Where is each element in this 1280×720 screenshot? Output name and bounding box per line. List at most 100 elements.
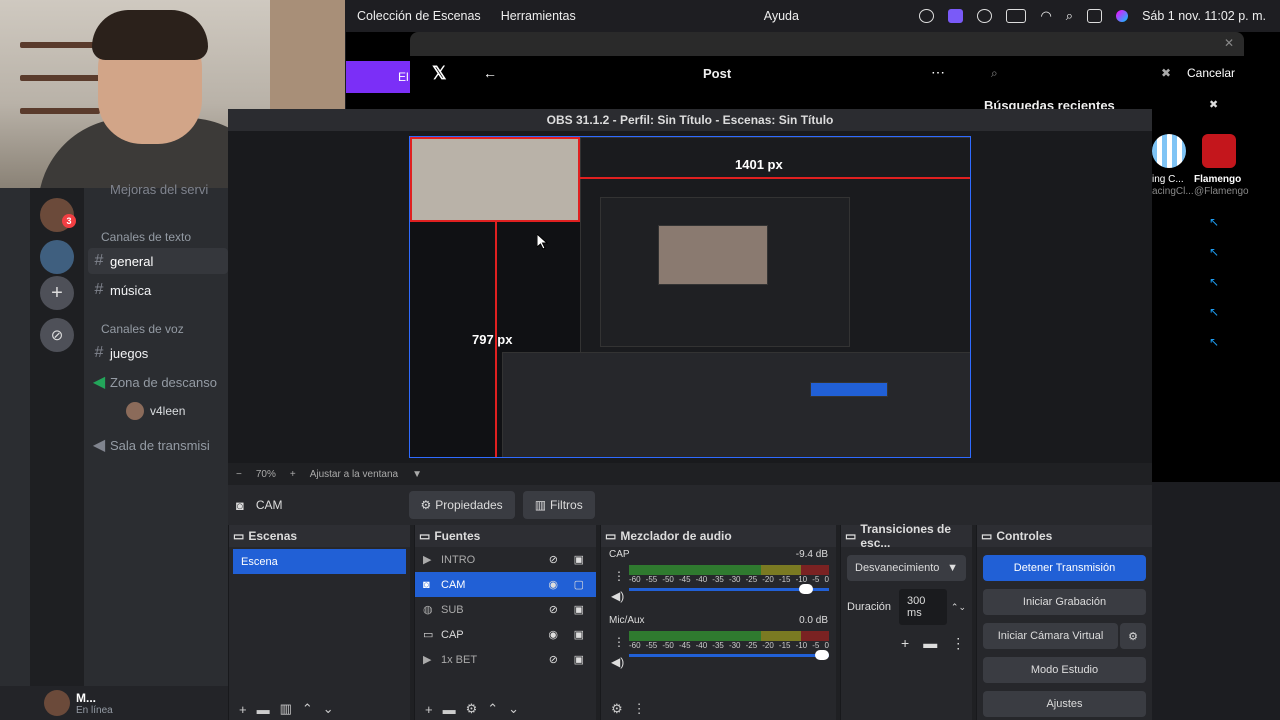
source-row[interactable]: ▭ CAP ◉ ▣: [415, 622, 596, 647]
control-center-icon[interactable]: [1087, 9, 1103, 23]
unlock-icon[interactable]: ▢: [574, 578, 584, 591]
user-info[interactable]: M... En línea: [76, 691, 113, 716]
eye-hidden-icon[interactable]: ⊘: [549, 653, 558, 666]
wifi-icon[interactable]: ◠: [1040, 8, 1051, 24]
gear-icon[interactable]: ⚙: [466, 701, 478, 717]
filter-icon[interactable]: ▥: [280, 701, 292, 717]
studio-mode-button[interactable]: Modo Estudio: [983, 657, 1146, 683]
start-virtual-camera-button[interactable]: Iniciar Cámara Virtual: [983, 623, 1118, 649]
transition-select[interactable]: Desvanecimiento ▼: [847, 555, 966, 581]
back-arrow-icon[interactable]: ←: [483, 65, 497, 81]
play-icon[interactable]: [977, 9, 993, 23]
x-logo-icon[interactable]: 𝕏: [432, 63, 447, 84]
close-icon[interactable]: ✕: [1224, 36, 1234, 50]
clear-icon[interactable]: ✖: [1161, 66, 1171, 80]
preview-canvas[interactable]: 1401 px 797 px: [409, 136, 971, 458]
volume-icon[interactable]: ◀): [611, 655, 624, 669]
lock-icon[interactable]: ▣: [574, 628, 584, 641]
arrow-icon[interactable]: ↖: [1209, 275, 1219, 289]
scene-item[interactable]: Escena: [233, 549, 406, 574]
more-vertical-icon[interactable]: ⋮: [633, 701, 646, 717]
trash-icon[interactable]: ▬: [923, 635, 937, 652]
trash-icon[interactable]: ▬: [443, 702, 456, 717]
battery-icon[interactable]: [1006, 9, 1027, 23]
zoom-out-button[interactable]: −: [236, 469, 242, 480]
lock-icon[interactable]: ▣: [574, 653, 584, 666]
properties-button[interactable]: ⚙ Propiedades: [408, 491, 515, 519]
screen-share-icon[interactable]: [948, 9, 964, 23]
source-row[interactable]: ▶ INTRO ⊘ ▣: [415, 547, 596, 572]
selection-box[interactable]: [410, 137, 580, 222]
arrow-icon[interactable]: ↖: [1209, 245, 1219, 259]
gear-icon[interactable]: ⚙: [611, 701, 623, 717]
lock-icon[interactable]: ▣: [574, 603, 584, 616]
chevron-down-icon[interactable]: ▼: [412, 469, 422, 480]
clock[interactable]: Sáb 1 nov. 11:02 p. m.: [1142, 9, 1266, 23]
add-icon[interactable]: +: [425, 702, 433, 717]
discover-icon[interactable]: ⊘: [40, 318, 74, 352]
preview-area[interactable]: 1401 px 797 px: [228, 131, 1152, 463]
volume-slider[interactable]: [629, 584, 829, 594]
eye-icon[interactable]: ◉: [548, 628, 558, 641]
channel-zona[interactable]: ◀ Zona de descanso: [88, 369, 228, 395]
channel-musica[interactable]: # música: [88, 277, 228, 303]
avatar[interactable]: [44, 690, 70, 716]
close-recent-icon[interactable]: ✖: [1209, 98, 1218, 111]
add-icon[interactable]: +: [901, 635, 909, 652]
eye-hidden-icon[interactable]: ⊘: [549, 603, 558, 616]
search-icon[interactable]: ⌕: [1066, 8, 1073, 24]
more-vertical-icon[interactable]: ⋮: [613, 569, 625, 583]
text-category[interactable]: Canales de texto: [101, 230, 191, 244]
siri-icon[interactable]: [1116, 10, 1129, 22]
more-vertical-icon[interactable]: ⋮: [613, 635, 625, 649]
arrow-icon[interactable]: ↖: [1209, 215, 1219, 229]
eye-hidden-icon[interactable]: ⊘: [549, 553, 558, 566]
profile-name[interactable]: Flamengo: [1194, 174, 1241, 185]
trash-icon[interactable]: ▬: [257, 702, 270, 717]
channel-juegos[interactable]: # juegos: [88, 340, 228, 366]
settings-button[interactable]: Ajustes: [983, 691, 1146, 717]
stop-streaming-button[interactable]: Detener Transmisión: [983, 555, 1146, 581]
lock-icon[interactable]: ▣: [574, 553, 584, 566]
zoom-in-button[interactable]: +: [290, 469, 296, 480]
boost-text[interactable]: Mejoras del servi: [110, 182, 208, 197]
channel-sala[interactable]: ◀ Sala de transmisi: [88, 432, 228, 458]
volume-knob[interactable]: [815, 650, 829, 660]
volume-icon[interactable]: ◀): [611, 589, 624, 603]
channel-general[interactable]: # general: [88, 248, 228, 274]
voice-category[interactable]: Canales de voz: [101, 322, 184, 336]
up-icon[interactable]: ⌃: [302, 701, 313, 717]
source-row[interactable]: ▶ 1x BET ⊘ ▣: [415, 647, 596, 672]
fit-window[interactable]: Ajustar a la ventana: [310, 469, 398, 480]
down-icon[interactable]: ⌄: [323, 701, 334, 717]
source-row[interactable]: ◍ SUB ⊘ ▣: [415, 597, 596, 622]
gear-icon[interactable]: ⚙: [1120, 623, 1146, 649]
menu-tools[interactable]: Herramientas: [501, 9, 576, 23]
filters-button[interactable]: ▥ Filtros: [522, 491, 595, 519]
focus-icon[interactable]: [919, 9, 935, 23]
flamengo-logo[interactable]: [1202, 134, 1236, 168]
voice-user[interactable]: v4leen: [126, 402, 185, 420]
more-vertical-icon[interactable]: ⋮: [951, 635, 965, 652]
add-server-icon[interactable]: +: [40, 276, 74, 310]
stepper-icon[interactable]: ⌃⌄: [951, 602, 966, 613]
server-avatar[interactable]: [40, 240, 74, 274]
start-recording-button[interactable]: Iniciar Grabación: [983, 589, 1146, 615]
arrow-icon[interactable]: ↖: [1209, 335, 1219, 349]
duration-input[interactable]: 300 ms: [899, 589, 947, 625]
arrow-icon[interactable]: ↖: [1209, 305, 1219, 319]
profile-name[interactable]: ing C...: [1152, 174, 1184, 185]
search-icon[interactable]: ⌕: [991, 66, 998, 81]
source-row[interactable]: ◙ CAM ◉ ▢: [415, 572, 596, 597]
menu-scene-collection[interactable]: Colección de Escenas: [357, 9, 481, 23]
volume-knob[interactable]: [799, 584, 813, 594]
up-icon[interactable]: ⌃: [487, 701, 498, 717]
eye-icon[interactable]: ◉: [548, 578, 558, 591]
racing-logo[interactable]: [1152, 134, 1186, 168]
down-icon[interactable]: ⌄: [508, 701, 519, 717]
menu-help[interactable]: Ayuda: [764, 9, 799, 23]
cancel-link[interactable]: Cancelar: [1187, 66, 1235, 80]
more-icon[interactable]: ⋯: [931, 64, 945, 81]
add-icon[interactable]: +: [239, 702, 247, 717]
volume-slider[interactable]: [629, 650, 829, 660]
